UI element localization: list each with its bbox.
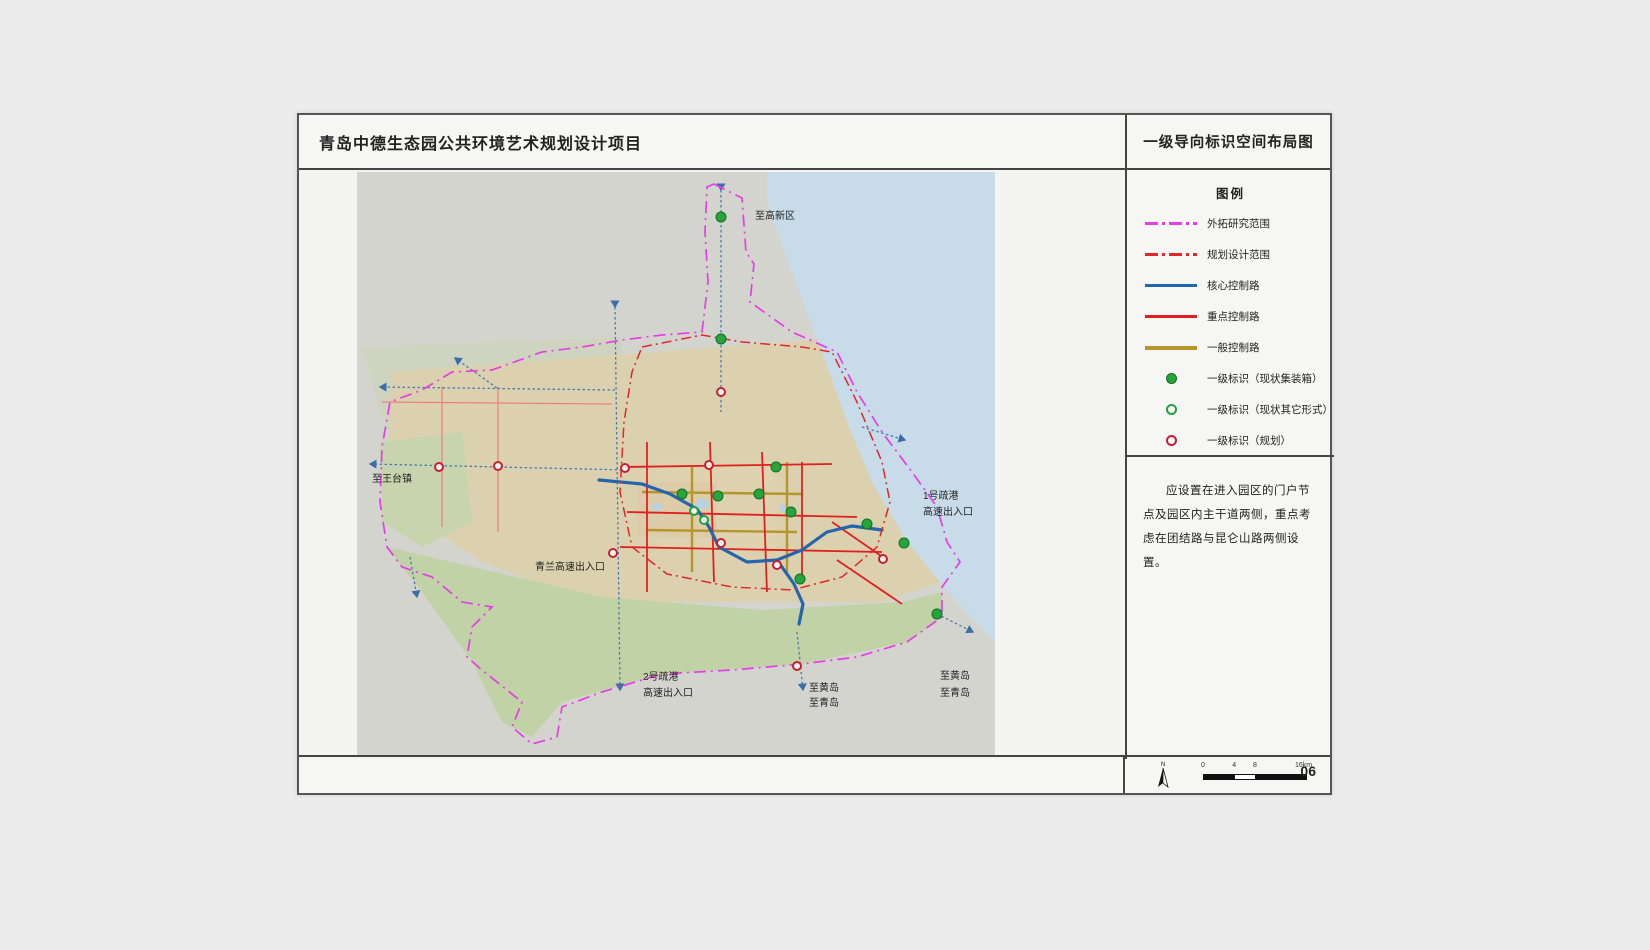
map-label: 青兰高速出入口 [535, 563, 605, 573]
map-label: 高速出入口 [643, 689, 693, 699]
legend-item-label: 重点控制路 [1207, 309, 1260, 324]
sign-marker-planned [772, 560, 782, 570]
red-ring-icon [1145, 435, 1197, 446]
legend-item-label: 一级标识（现状其它形式） [1207, 402, 1333, 417]
sign-marker-planned [493, 461, 503, 471]
green-ring-icon [1145, 404, 1197, 415]
legend-item: 规划设计范围 [1127, 239, 1334, 270]
map-label: 至青岛 [809, 699, 839, 709]
legend-item: 一级标识（现状集装箱） [1127, 363, 1334, 394]
map-label: 2号疏港 [643, 673, 679, 683]
map-label: 至黄岛 [940, 672, 970, 682]
map-label: 高速出入口 [923, 508, 973, 518]
legend-box: 图例 外拓研究范围规划设计范围核心控制路重点控制路一般控制路一级标识（现状集装箱… [1127, 170, 1334, 457]
legend-item-label: 一级标识（现状集装箱） [1207, 371, 1323, 386]
note-text: 应设置在进入园区的门户节点及园区内主干道两侧，重点考虑在团结路与昆仑山路两侧设置… [1143, 479, 1318, 576]
sign-marker-planned [608, 548, 618, 558]
sign-marker-existing-container [677, 489, 688, 500]
title-bar: 青岛中德生态园公共环境艺术规划设计项目 一级导向标识空间布局图 [299, 115, 1330, 170]
project-title: 青岛中德生态园公共环境艺术规划设计项目 [299, 115, 1125, 168]
map-label: 至王台镇 [372, 475, 412, 485]
sign-marker-existing-container [786, 507, 797, 518]
sign-marker-existing-container [771, 462, 782, 473]
map-label: 至黄岛 [809, 684, 839, 694]
legend-column: 图例 外拓研究范围规划设计范围核心控制路重点控制路一般控制路一级标识（现状集装箱… [1125, 170, 1334, 759]
sign-marker-planned [716, 538, 726, 548]
bottom-strip-left [299, 757, 1125, 793]
sign-marker-planned [716, 387, 726, 397]
scale-label: 0 [1201, 762, 1205, 769]
sign-marker-planned [792, 661, 802, 671]
sign-marker-planned [620, 463, 630, 473]
bottom-strip: N 04816km 06 [299, 755, 1330, 793]
legend-item: 一级标识（规划） [1127, 425, 1334, 456]
legend-item-label: 外拓研究范围 [1207, 216, 1270, 231]
green-dot-icon [1145, 373, 1197, 384]
map-label: 至青岛 [940, 689, 970, 699]
solid-line-icon [1145, 315, 1197, 318]
scale-numbers: 04816km [1203, 762, 1307, 773]
plan-sheet: 青岛中德生态园公共环境艺术规划设计项目 一级导向标识空间布局图 [297, 113, 1332, 795]
sign-marker-existing-container [754, 489, 765, 500]
sign-marker-existing-container [716, 334, 727, 345]
map-label: 1号疏港 [923, 492, 959, 502]
scale-bar: 04816km [1203, 762, 1307, 786]
legend-item: 重点控制路 [1127, 301, 1334, 332]
sign-marker-existing-container [899, 538, 910, 549]
sign-marker-existing-other [699, 515, 709, 525]
bottom-strip-right: N 04816km 06 [1125, 757, 1330, 793]
svg-text:N: N [1161, 762, 1165, 768]
legend-item: 外拓研究范围 [1127, 208, 1334, 239]
magenta-dashdot-icon [1145, 222, 1197, 225]
sign-marker-existing-other [689, 506, 699, 516]
sign-marker-existing-container [716, 212, 727, 223]
sheet-title: 一级导向标识空间布局图 [1125, 115, 1330, 168]
scale-label: 4 [1232, 762, 1236, 769]
legend-title: 图例 [1127, 183, 1334, 202]
pond [652, 503, 662, 511]
legend-item-label: 一般控制路 [1207, 340, 1260, 355]
sign-marker-planned [704, 460, 714, 470]
legend-item-label: 规划设计范围 [1207, 247, 1270, 262]
legend-item: 核心控制路 [1127, 270, 1334, 301]
map-panel: 至高新区至王台镇青兰高速出入口1号疏港高速出入口2号疏港高速出入口至黄岛至青岛至… [299, 170, 1125, 759]
note-box: 应设置在进入园区的门户节点及园区内主干道两侧，重点考虑在团结路与昆仑山路两侧设置… [1127, 457, 1334, 759]
legend-item-label: 一级标识（规划） [1207, 433, 1291, 448]
north-arrow-icon: N [1153, 759, 1173, 794]
solid-line-icon [1145, 284, 1197, 287]
site-map: 至高新区至王台镇青兰高速出入口1号疏港高速出入口2号疏港高速出入口至黄岛至青岛至… [357, 172, 995, 757]
legend-item: 一般控制路 [1127, 332, 1334, 363]
sign-marker-existing-container [795, 574, 806, 585]
scale-label: 8 [1253, 762, 1257, 769]
sign-marker-existing-container [932, 609, 943, 620]
map-drawing [357, 172, 995, 757]
legend-items: 外拓研究范围规划设计范围核心控制路重点控制路一般控制路一级标识（现状集装箱） 一级… [1127, 208, 1334, 456]
legend-item: 一级标识（现状其它形式） [1127, 394, 1334, 425]
sign-marker-existing-container [862, 519, 873, 530]
sign-marker-planned [878, 554, 888, 564]
page-number: 06 [1300, 763, 1316, 779]
scale-bar-segments [1203, 774, 1307, 780]
solid-line-thick-icon [1145, 346, 1197, 350]
red-dashdot-icon [1145, 253, 1197, 256]
sign-marker-existing-container [713, 491, 724, 502]
map-label: 至高新区 [755, 212, 795, 222]
legend-item-label: 核心控制路 [1207, 278, 1260, 293]
sign-marker-planned [434, 462, 444, 472]
